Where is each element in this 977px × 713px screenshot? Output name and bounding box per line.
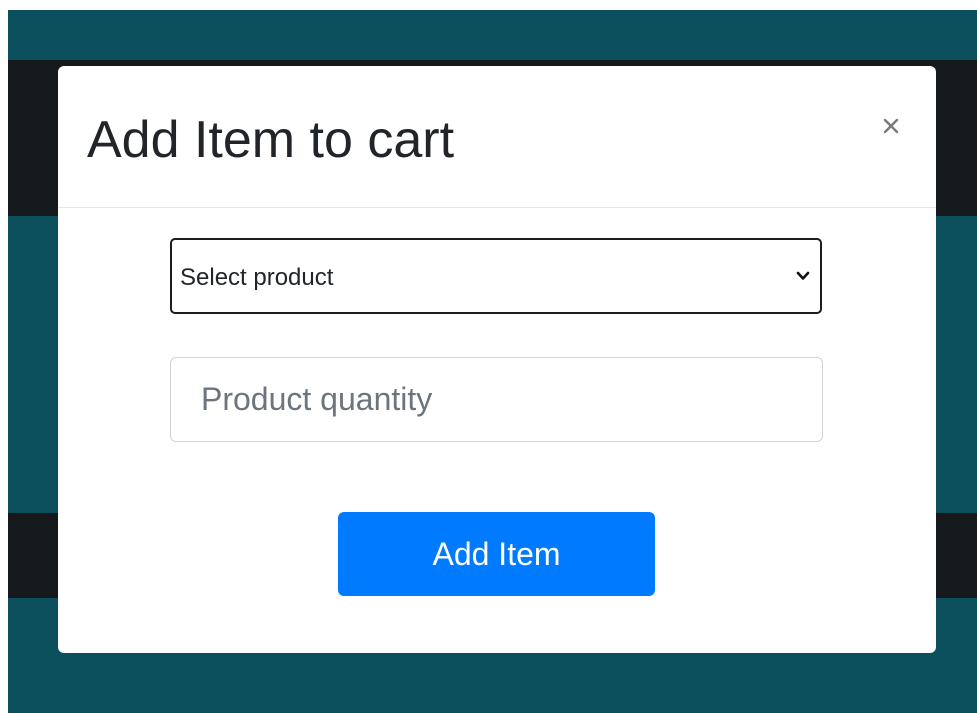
- add-item-button[interactable]: Add Item: [338, 512, 655, 596]
- product-select[interactable]: Select product: [170, 238, 822, 314]
- modal-header: Add Item to cart: [58, 66, 936, 208]
- close-icon: [883, 118, 899, 134]
- product-select-value: Select product: [180, 264, 334, 291]
- close-button[interactable]: [874, 102, 908, 140]
- quantity-input[interactable]: [170, 357, 823, 442]
- chevron-down-icon: [796, 271, 810, 280]
- page-backdrop: Add Item to cart Select product Add Item: [8, 10, 977, 713]
- modal-title: Add Item to cart: [87, 111, 455, 169]
- add-item-modal: Add Item to cart Select product Add Item: [58, 66, 936, 653]
